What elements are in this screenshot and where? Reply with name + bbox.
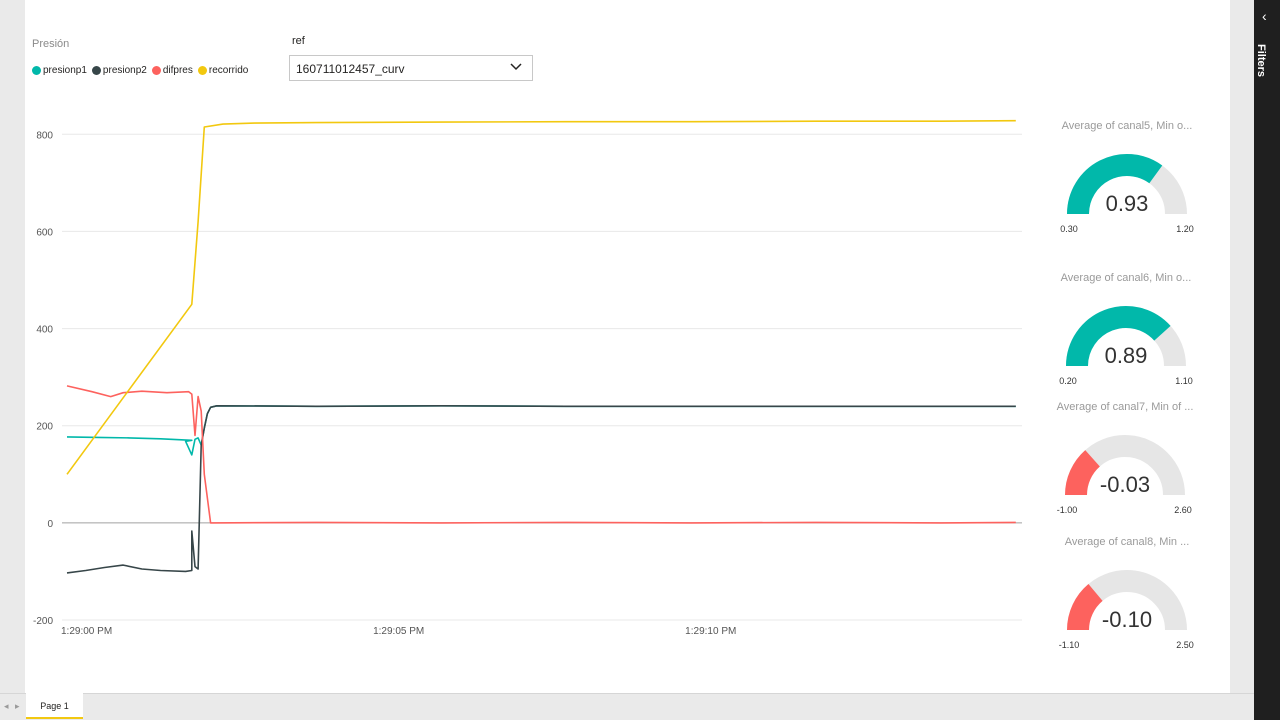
gauge-dial: -0.03 -1.00 2.60: [1057, 435, 1192, 515]
legend-dot: [197, 65, 207, 75]
legend-title: Presión: [32, 38, 70, 50]
canvas-left-margin: [0, 0, 25, 693]
legend-dot: [151, 65, 161, 75]
legend-label: presionp1: [43, 64, 87, 76]
gauge-min-label: 0.20: [1059, 376, 1077, 386]
gauge-title: Average of canal7, Min of ...: [1056, 401, 1194, 413]
gauge-dial: 0.93 0.30 1.20: [1060, 154, 1194, 234]
chart-legend: presionp1 presionp2 difpres recorrido: [32, 63, 253, 77]
gauge-title: Average of canal8, Min ...: [1064, 536, 1190, 548]
page-tabs-bar: ◂ ▸ Page 1: [0, 693, 1254, 720]
series-line-recorrido[interactable]: [66, 119, 1016, 475]
gauge-canal5[interactable]: Average of canal5, Min o... 0.93 0.30 1.20: [1047, 120, 1207, 250]
y-tick-label: 400: [36, 325, 53, 336]
legend-dot: [32, 65, 41, 75]
x-tick-label: 1:29:00 PM: [61, 626, 112, 637]
legend-dot: [91, 65, 101, 75]
legend-item-presionp2[interactable]: presionp2: [91, 64, 147, 76]
ref-dropdown-value: 160711012457_curv: [296, 62, 405, 76]
gauge-canal8[interactable]: Average of canal8, Min ... -0.10 -1.10 2.50: [1047, 536, 1207, 666]
y-tick-label: 0: [47, 519, 53, 530]
gauge-max-label: 1.20: [1176, 224, 1194, 234]
legend-item-recorrido[interactable]: recorrido: [197, 64, 249, 76]
series-line-presionp1[interactable]: [66, 404, 1016, 456]
tab-page-1[interactable]: Page 1: [26, 693, 83, 719]
gauge-title: Average of canal5, Min o...: [1061, 120, 1193, 132]
gauge-title: Average of canal6, Min o...: [1060, 272, 1192, 284]
legend-item-difpres[interactable]: difpres: [151, 64, 193, 76]
chevron-left-icon[interactable]: ‹: [1262, 9, 1267, 23]
gauge-max-label: 1.10: [1175, 376, 1193, 386]
slicer-title: ref: [292, 35, 305, 47]
series-line-presionp2[interactable]: [66, 404, 1016, 574]
gauge-dial: -0.10 -1.10 2.50: [1059, 570, 1194, 650]
x-tick-label: 1:29:10 PM: [685, 626, 736, 637]
arrow-left-icon[interactable]: ◂: [4, 701, 9, 712]
ref-dropdown[interactable]: 160711012457_curv: [289, 55, 533, 81]
gauge-value: 0.89: [1105, 343, 1148, 368]
gauge-fill: [1067, 584, 1103, 631]
gauge-min-label: 0.30: [1060, 224, 1078, 234]
x-tick-label: 1:29:05 PM: [373, 626, 424, 637]
gauge-dial: 0.89 0.20 1.10: [1059, 306, 1193, 386]
y-tick-label: -200: [33, 616, 53, 627]
filters-pane[interactable]: ‹ Filters: [1254, 0, 1280, 720]
gauge-canal7[interactable]: Average of canal7, Min of ... -0.03 -1.00 2…: [1045, 401, 1205, 531]
y-tick-label: 600: [36, 227, 53, 238]
canvas-right-margin: [1230, 0, 1254, 693]
legend-label: presionp2: [102, 64, 147, 76]
gauge-fill: [1065, 450, 1101, 496]
gauge-value: -0.10: [1102, 607, 1152, 632]
gauge-value: 0.93: [1106, 191, 1149, 216]
chevron-down-icon[interactable]: [510, 62, 522, 72]
arrow-right-icon[interactable]: ▸: [15, 701, 20, 712]
gauge-canal6[interactable]: Average of canal6, Min o... 0.89 0.20 1.10: [1046, 272, 1206, 402]
filters-pane-label[interactable]: Filters: [1255, 44, 1267, 77]
gauge-min-label: -1.00: [1057, 505, 1078, 515]
gauge-value: -0.03: [1100, 472, 1150, 497]
gauge-min-label: -1.10: [1059, 640, 1080, 650]
legend-label: recorrido: [208, 64, 249, 76]
pressure-line-chart: 800 600 400 200 0 -200 1:29:00 PM 1:29:05 PM 1:2…: [33, 119, 1022, 637]
y-tick-label: 200: [36, 422, 53, 433]
gauge-max-label: 2.50: [1176, 640, 1194, 650]
gauge-max-label: 2.60: [1174, 505, 1192, 515]
legend-label: difpres: [162, 64, 193, 76]
legend-item-presionp1[interactable]: presionp1: [32, 65, 87, 76]
y-tick-label: 800: [36, 130, 53, 141]
